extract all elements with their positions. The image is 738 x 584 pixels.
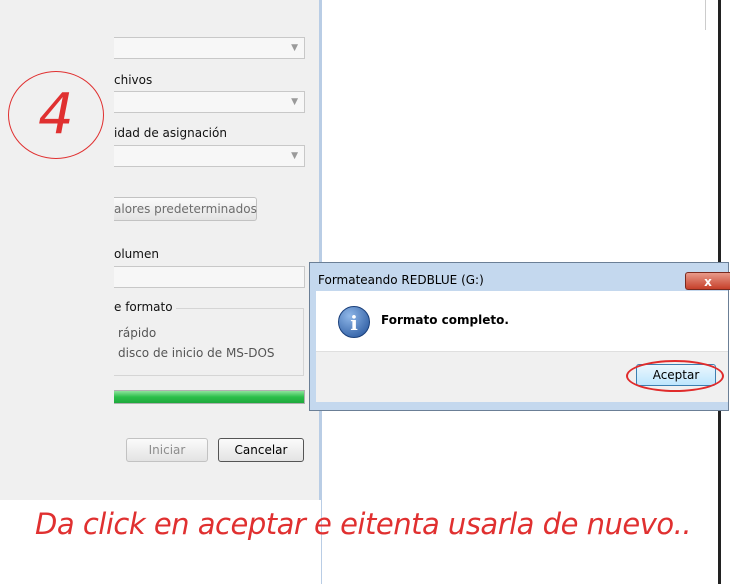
format-options-group: [114, 308, 304, 376]
chevron-down-icon: ▼: [291, 97, 298, 107]
progress-fill: [114, 391, 304, 403]
allocation-unit-combo[interactable]: ▼: [114, 145, 305, 167]
allocation-unit-label: idad de asignación: [114, 126, 227, 140]
dialog-body: i Formato completo.: [316, 291, 728, 351]
chevron-down-icon: ▼: [291, 151, 298, 161]
close-button[interactable]: x: [685, 272, 730, 290]
cancel-button[interactable]: Cancelar: [218, 438, 304, 462]
msdos-disk-option[interactable]: disco de inicio de MS-DOS: [118, 346, 275, 360]
chevron-down-icon: ▼: [291, 43, 298, 53]
step-number: 4: [38, 82, 74, 147]
format-options-label: e formato: [114, 300, 176, 314]
file-system-combo[interactable]: ▼: [114, 91, 305, 113]
restore-defaults-button[interactable]: alores predeterminados: [114, 197, 257, 221]
dialog-message: Formato completo.: [381, 313, 509, 327]
close-icon: x: [704, 275, 712, 289]
start-button[interactable]: Iniciar: [126, 438, 208, 462]
quick-format-option[interactable]: rápido: [118, 326, 156, 340]
progress-bar: [114, 390, 305, 404]
dialog-title: Formateando REDBLUE (G:): [318, 273, 484, 287]
volume-label-input[interactable]: [114, 266, 305, 288]
instruction-caption: Da click en aceptar e eitenta usarla de …: [35, 507, 692, 541]
ok-highlight-circle: [626, 360, 724, 392]
info-icon: i: [338, 306, 370, 338]
capacity-combo[interactable]: ▼: [114, 37, 305, 59]
file-system-label: chivos: [114, 73, 153, 87]
page-right-guide: [705, 0, 706, 30]
volume-label-label: olumen: [114, 247, 159, 261]
